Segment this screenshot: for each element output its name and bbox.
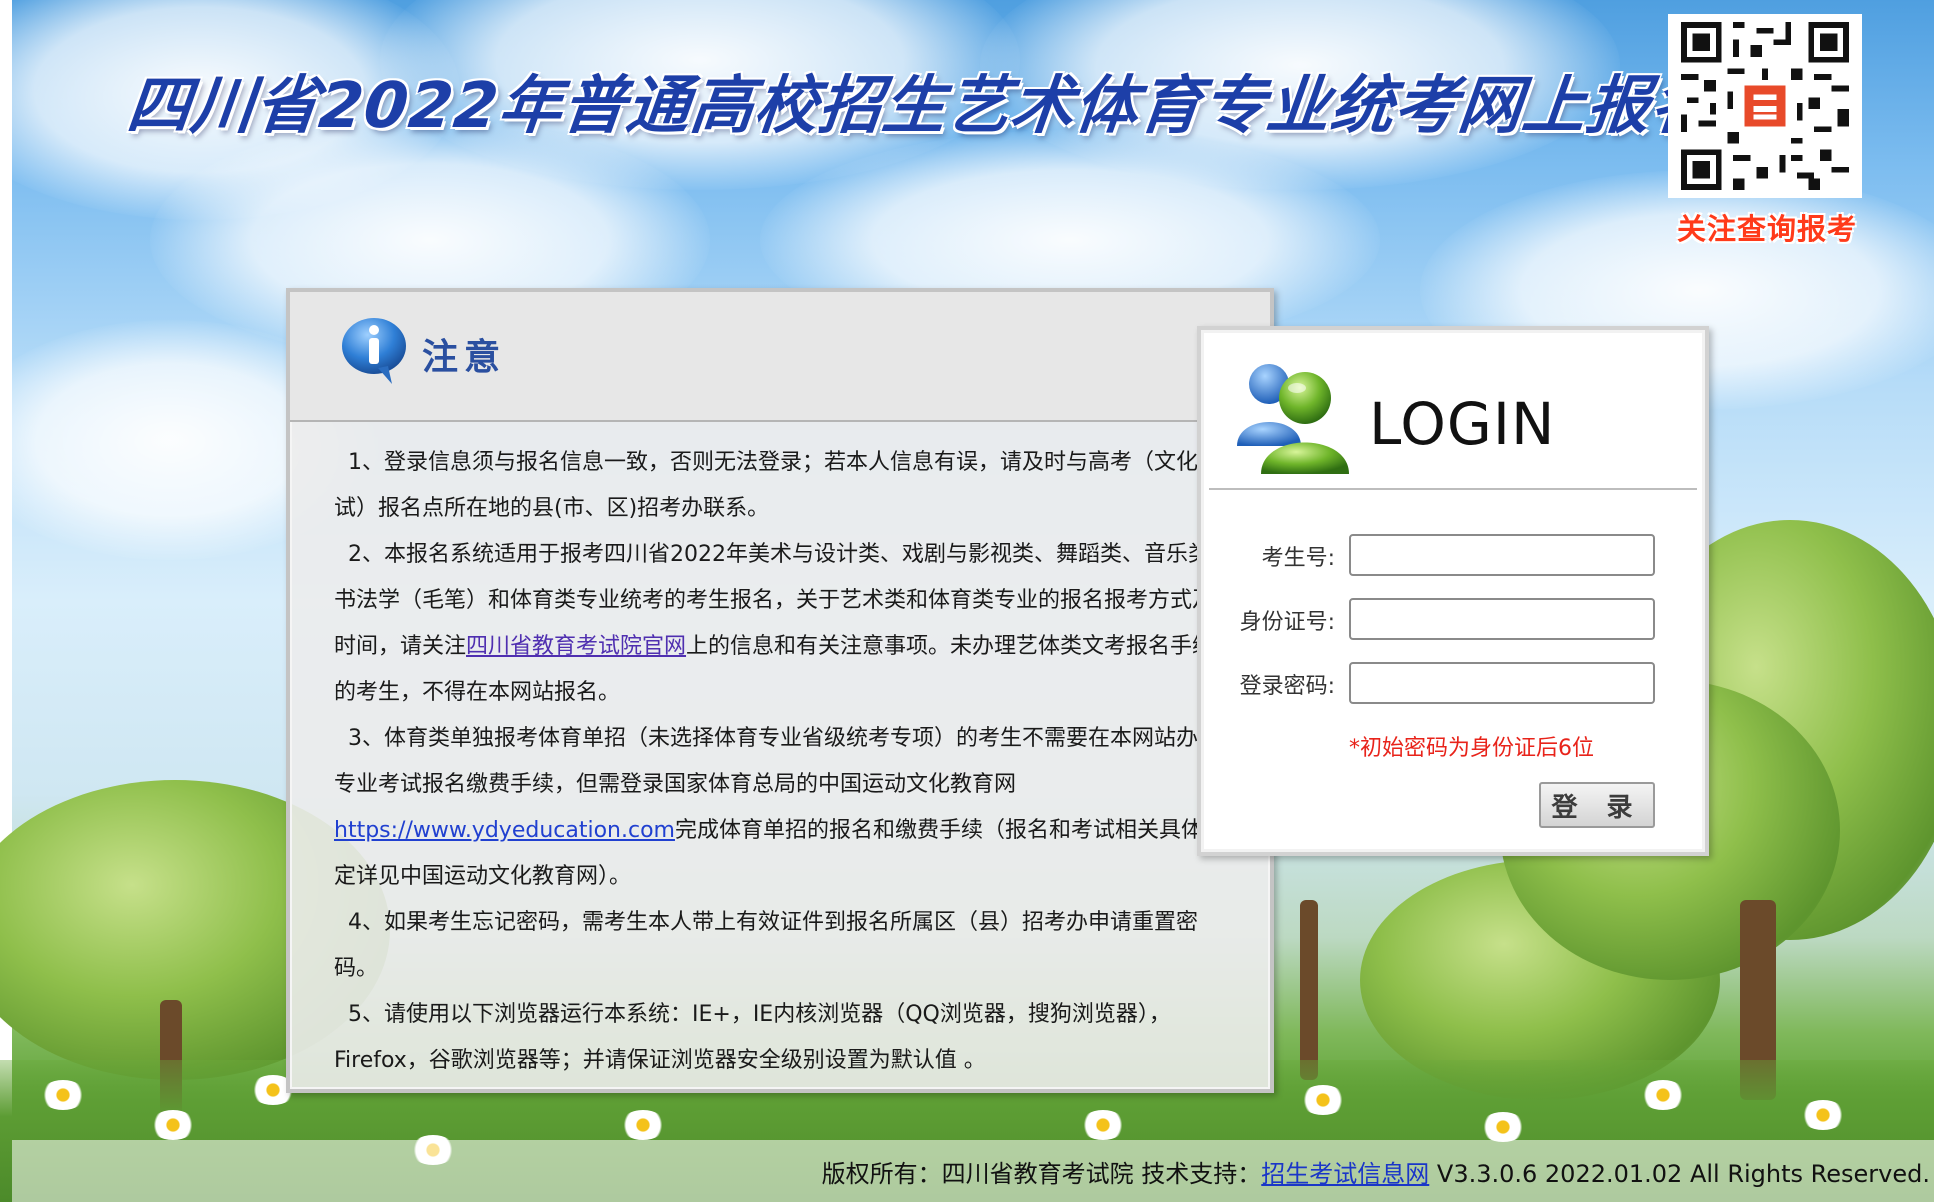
notice-item: 4、如果考生忘记密码，需考生本人带上有效证件到报名所属区（县）招考办申请重置密码… xyxy=(334,900,1234,992)
login-button[interactable]: 登 录 xyxy=(1539,782,1655,828)
flower xyxy=(1640,1080,1686,1110)
qr-code xyxy=(1668,14,1862,198)
notice-item-text: 4、如果考生忘记密码，需考生本人带上有效证件到报名所属区（县）招考办申请重置密码… xyxy=(334,910,1198,981)
exam-authority-link[interactable]: 四川省教育考试院官网 xyxy=(466,634,686,659)
info-icon xyxy=(342,318,406,384)
flower xyxy=(1300,1085,1346,1115)
login-header: LOGIN xyxy=(1209,338,1697,490)
password-input[interactable] xyxy=(1349,662,1655,704)
notice-panel: 注意 1、登录信息须与报名信息一致，否则无法登录；若本人信息有误，请及时与高考（… xyxy=(286,288,1274,1093)
qr-code-icon xyxy=(1681,22,1849,190)
notice-item-text: 5、请使用以下浏览器运行本系统：IE+，IE内核浏览器（QQ浏览器，搜狗浏览器）… xyxy=(334,1002,1171,1073)
notice-item: 2、本报名系统适用于报考四川省2022年美术与设计类、戏剧与影视类、舞蹈类、音乐… xyxy=(334,532,1234,716)
notice-item-text: 1、登录信息须与报名信息一致，否则无法登录；若本人信息有误，请及时与高考（文化考… xyxy=(334,450,1221,521)
flower xyxy=(150,1110,196,1140)
id-number-label: 身份证号: xyxy=(1239,610,1335,635)
footer-text: 版权所有：四川省教育考试院 技术支持：招生考试信息网 V3.3.0.6 2022… xyxy=(822,1154,1930,1189)
footer: 版权所有：四川省教育考试院 技术支持：招生考试信息网 V3.3.0.6 2022… xyxy=(12,1140,1934,1202)
password-label: 登录密码: xyxy=(1239,674,1335,699)
tree-trunk xyxy=(1300,900,1318,1080)
notice-item: 1、登录信息须与报名信息一致，否则无法登录；若本人信息有误，请及时与高考（文化考… xyxy=(334,440,1234,532)
id-number-input[interactable] xyxy=(1349,598,1655,640)
flower xyxy=(620,1110,666,1140)
copyright-text: 版权所有：四川省教育考试院 技术支持： xyxy=(821,1160,1262,1188)
flower xyxy=(1080,1110,1126,1140)
notice-title: 注意 xyxy=(422,337,507,378)
login-title: LOGIN xyxy=(1369,390,1556,458)
flower xyxy=(40,1080,86,1110)
notice-item: 3、体育类单独报考体育单招（未选择体育专业省级统考专项）的考生不需要在本网站办理… xyxy=(334,716,1234,900)
notice-item: 5、请使用以下浏览器运行本系统：IE+，IE内核浏览器（QQ浏览器，搜狗浏览器）… xyxy=(334,992,1234,1084)
flower xyxy=(1800,1100,1846,1130)
exam-number-input[interactable] xyxy=(1349,534,1655,576)
password-hint: *初始密码为身份证后6位 xyxy=(1349,736,1594,761)
login-panel: LOGIN 考生号: 身份证号: 登录密码: *初始密码为身份证后6位 登 录 xyxy=(1197,326,1709,856)
support-link[interactable]: 招生考试信息网 xyxy=(1261,1160,1429,1188)
ydyeducation-link[interactable]: https://www.ydyeducation.com xyxy=(334,818,675,843)
users-icon xyxy=(1237,364,1349,474)
notice-body: 1、登录信息须与报名信息一致，否则无法登录；若本人信息有误，请及时与高考（文化考… xyxy=(334,440,1234,1084)
exam-number-label: 考生号: xyxy=(1261,546,1335,571)
notice-item-text: 3、体育类单独报考体育单招（未选择体育专业省级统考专项）的考生不需要在本网站办理… xyxy=(334,726,1221,797)
version-text: V3.3.0.6 2022.01.02 All Rights Reserved. xyxy=(1429,1160,1930,1188)
qr-caption: 关注查询报考 xyxy=(1676,212,1857,246)
site-title: 四川省2022年普通高校招生艺术体育专业统考网上报名系统 xyxy=(123,69,1847,142)
flower xyxy=(1480,1112,1526,1142)
notice-header: 注意 xyxy=(290,292,1270,422)
